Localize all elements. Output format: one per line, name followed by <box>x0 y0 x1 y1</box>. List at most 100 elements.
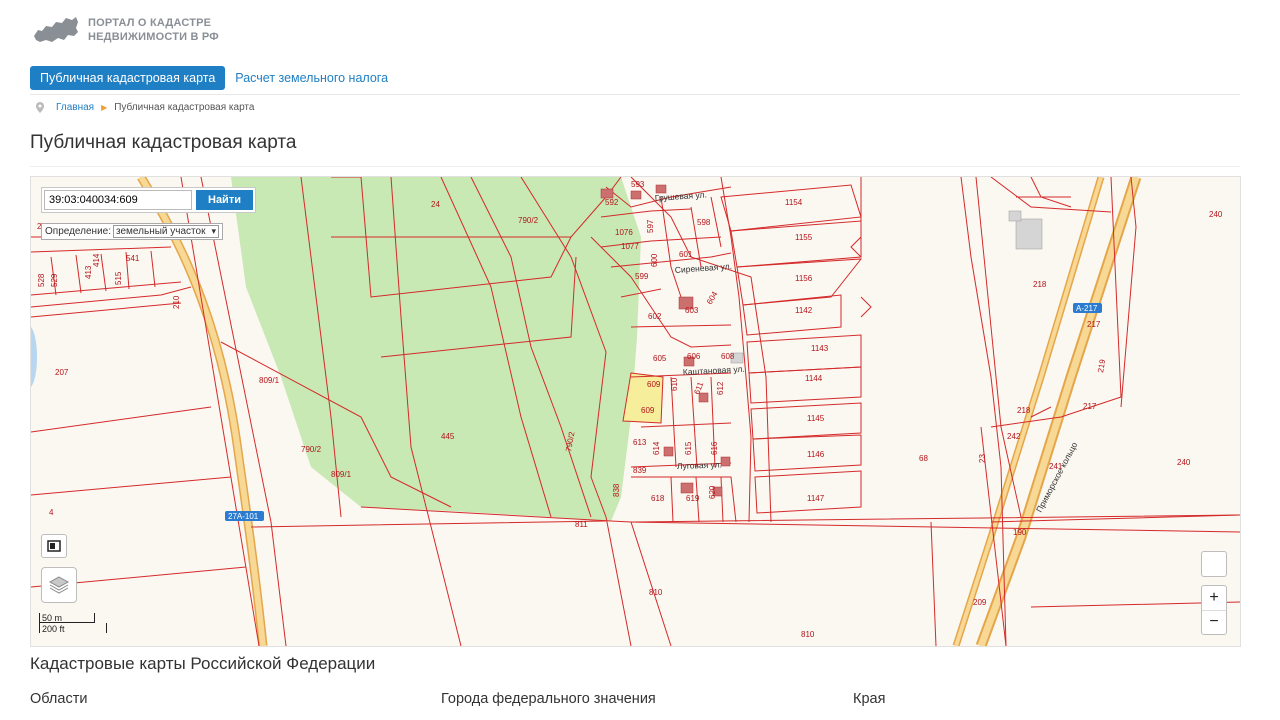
zoom-out-button[interactable]: − <box>1202 611 1226 634</box>
parcel-label: 811 <box>575 520 588 529</box>
parcel-label: 620 <box>708 485 717 499</box>
parcel-label: 24 <box>431 200 440 209</box>
parcel-label: 242 <box>1007 432 1021 441</box>
breadcrumb: Главная ▶ Публичная кадастровая карта <box>36 102 254 113</box>
scale-feet: 200 ft <box>39 623 107 634</box>
main-nav: Публичная кадастровая карта Расчет земел… <box>30 66 388 90</box>
parcel-label: 210 <box>172 295 181 309</box>
map-canvas[interactable]: 24790/2790/2790/2445809/1809/12074811810… <box>31 177 1240 646</box>
parcel-label: 1155 <box>795 233 813 242</box>
map-scale: 50 m 200 ft <box>39 613 107 634</box>
parcel-label: 618 <box>651 494 665 503</box>
parcel-label: 240 <box>1177 458 1191 467</box>
parcel-label: 609 <box>641 406 655 415</box>
search-button[interactable]: Найти <box>196 190 253 210</box>
search-bar: Найти <box>41 187 256 213</box>
parcel-label: 218 <box>1033 280 1047 289</box>
parcel-label: 599 <box>635 272 649 281</box>
parcel-label: 809/1 <box>331 470 352 479</box>
parcel-label: 619 <box>686 494 700 503</box>
russia-map-icon <box>34 17 78 42</box>
parcel-label: 609 <box>647 380 661 389</box>
street-label: Луговая ул. <box>677 459 722 471</box>
parcel-label: 597 <box>646 219 655 233</box>
breadcrumb-current: Публичная кадастровая карта <box>114 102 255 113</box>
breadcrumb-home-link[interactable]: Главная <box>56 102 94 113</box>
parcel-label: 1147 <box>807 494 825 503</box>
parcel-label: 606 <box>687 352 701 361</box>
cadastral-number-input[interactable] <box>44 190 192 210</box>
parcel-label: 614 <box>652 441 661 455</box>
column-territories: Края <box>853 691 886 707</box>
definition-value: земельный участок <box>116 226 206 237</box>
parcel-label: 592 <box>605 198 619 207</box>
parcel-label: 616 <box>710 441 719 455</box>
parcel-label: 1145 <box>807 414 825 423</box>
parcel-label: 68 <box>919 454 928 463</box>
road-badge: 27А-101 <box>225 511 264 521</box>
zoom-in-button[interactable]: + <box>1202 586 1226 611</box>
parcel-label: 529 <box>50 273 59 287</box>
fullscreen-icon <box>47 540 61 552</box>
definition-select[interactable]: земельный участок ▾ <box>113 225 219 238</box>
parcel-label: 4 <box>49 508 54 517</box>
parcel-label: 209 <box>973 598 987 607</box>
logo-line-2: НЕДВИЖИМОСТИ В РФ <box>88 31 219 43</box>
parcel-label: 838 <box>612 483 621 497</box>
water-area <box>31 327 37 387</box>
parcel-label: 1146 <box>807 450 825 459</box>
nav-cadastral-map-button[interactable]: Публичная кадастровая карта <box>30 66 226 90</box>
column-federal-cities: Города федерального значения <box>441 691 656 707</box>
parcel-label: 1142 <box>795 306 813 315</box>
parcel-label: 1154 <box>785 198 803 207</box>
divider <box>30 166 1240 167</box>
map-mode-button[interactable] <box>1201 551 1227 577</box>
fullscreen-button[interactable] <box>41 534 67 558</box>
parcel-label: 605 <box>653 354 667 363</box>
parcel-label: 601 <box>679 250 693 259</box>
svg-text:А-217: А-217 <box>1076 304 1098 313</box>
layers-icon <box>48 576 70 594</box>
street-label: Сиреневая ул. <box>674 261 732 275</box>
logo-line-1: ПОРТАЛ О КАДАСТРЕ <box>88 17 212 29</box>
nav-land-tax-link[interactable]: Расчет земельного налога <box>235 71 388 85</box>
breadcrumb-separator-icon: ▶ <box>101 103 108 112</box>
zoom-controls: + − <box>1201 585 1227 635</box>
parcel-label: 207 <box>55 368 69 377</box>
parcel-label: 217 <box>1083 402 1097 411</box>
parcel-label: 1144 <box>805 374 823 383</box>
forest-area <box>231 177 641 521</box>
parcel-label: 1156 <box>795 274 813 283</box>
site-logo[interactable]: ПОРТАЛ О КАДАСТРЕ НЕДВИЖИМОСТИ В РФ <box>32 14 219 46</box>
parcel-label: 414 <box>92 253 101 267</box>
svg-text:27А-101: 27А-101 <box>228 512 259 521</box>
location-pin-icon <box>36 102 44 113</box>
parcel-label: 1077 <box>621 242 639 251</box>
definition-selector: Определение: земельный участок ▾ <box>41 223 223 240</box>
parcel-label: 445 <box>441 432 455 441</box>
parcel-label: 608 <box>721 352 735 361</box>
parcel-label: 610 <box>670 377 679 391</box>
parcel-label: 217 <box>1087 320 1101 329</box>
parcel-label: 613 <box>633 438 647 447</box>
page-title: Публичная кадастровая карта <box>30 132 297 153</box>
chevron-down-icon: ▾ <box>211 226 216 236</box>
street-label: Каштановая ул. <box>683 364 745 377</box>
parcel-label: 1076 <box>615 228 633 237</box>
parcel-label: 541 <box>126 254 140 263</box>
layers-button[interactable] <box>41 567 77 603</box>
column-regions: Области <box>30 691 88 707</box>
parcel-label: 790/2 <box>518 216 539 225</box>
parcel-label: 602 <box>648 312 662 321</box>
parcel-label: 615 <box>684 441 693 455</box>
parcel-label: 190 <box>1013 528 1027 537</box>
divider <box>30 94 1240 95</box>
parcel-label: 600 <box>650 253 659 267</box>
parcel-label: 23 <box>978 454 987 463</box>
parcel-label: 1143 <box>811 344 829 353</box>
parcel-label: 240 <box>1209 210 1223 219</box>
parcel-label: 809/1 <box>259 376 280 385</box>
parcel-label: 593 <box>631 180 645 189</box>
parcel-label: 219 <box>1096 358 1107 373</box>
cadastral-map[interactable]: 24 790/2 790/2 790/2 445 809/1 809/1 207 4 811 810… <box>30 176 1241 647</box>
